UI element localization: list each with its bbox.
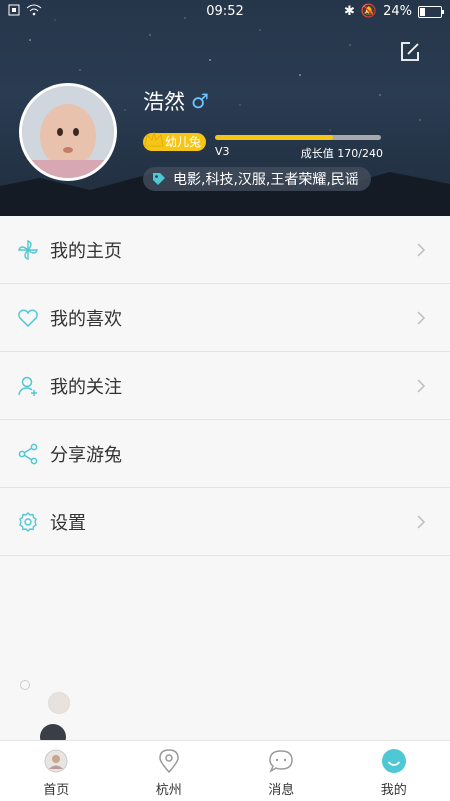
battery-fill <box>420 8 425 16</box>
user-add-icon <box>17 375 39 397</box>
menu-item-label: 我的喜欢 <box>50 305 122 331</box>
nav-item-mine[interactable]: 我的 <box>338 741 450 801</box>
level-badge-text: 幼儿兔 <box>165 135 201 149</box>
home-avatar-icon <box>43 748 69 774</box>
crown-icon <box>143 130 165 150</box>
avatar[interactable] <box>19 83 117 181</box>
level-text: V3 <box>215 145 230 158</box>
nickname-text: 浩然 <box>143 86 185 116</box>
heart-icon <box>17 307 39 329</box>
menu-item-my-homepage[interactable]: 我的主页 <box>0 216 450 284</box>
chevron-right-icon <box>416 514 426 530</box>
bottom-nav: 首页 杭州 消息 我的 <box>0 740 450 801</box>
battery-icon <box>418 6 442 18</box>
chevron-right-icon <box>416 242 426 258</box>
growth-progress-fill <box>215 135 333 140</box>
location-pin-icon <box>156 748 182 774</box>
nav-label: 首页 <box>0 779 113 798</box>
avatar-photo <box>22 86 114 178</box>
menu-item-label: 设置 <box>50 509 86 535</box>
smile-icon <box>381 748 407 774</box>
growth-value: 成长值 170/240 <box>301 145 383 161</box>
nav-label: 消息 <box>225 779 338 798</box>
nav-item-city[interactable]: 杭州 <box>113 741 226 801</box>
menu-item-label: 我的主页 <box>50 237 122 263</box>
gear-icon <box>17 511 39 533</box>
nav-label: 杭州 <box>113 779 226 798</box>
level-row: 幼儿兔 V3 成长值 170/240 <box>143 133 383 163</box>
menu-item-label: 我的关注 <box>50 373 122 399</box>
floating-avatar[interactable] <box>48 692 70 714</box>
interests-text: 电影,科技,汉服,王者荣耀,民谣 <box>173 169 359 189</box>
menu-list: 我的主页 我的喜欢 我的关注 分享游兔 设置 <box>0 216 450 556</box>
share-icon <box>17 443 39 465</box>
chevron-right-icon <box>416 310 426 326</box>
nav-item-home[interactable]: 首页 <box>0 741 113 801</box>
menu-item-my-likes[interactable]: 我的喜欢 <box>0 284 450 352</box>
nickname: 浩然 ♂ <box>143 86 209 116</box>
status-bar: 09:52 ✱ 🔕 24% <box>0 0 450 24</box>
nav-label: 我的 <box>338 779 450 798</box>
message-bubble-icon <box>268 748 294 774</box>
mute-icon: 🔕 <box>361 4 377 19</box>
menu-item-share-app[interactable]: 分享游兔 <box>0 420 450 488</box>
chevron-right-icon <box>416 378 426 394</box>
menu-item-label: 分享游兔 <box>50 441 122 467</box>
level-badge: 幼儿兔 <box>143 133 206 151</box>
floating-dot <box>20 680 30 690</box>
pinwheel-icon <box>17 239 39 261</box>
nav-item-messages[interactable]: 消息 <box>225 741 338 801</box>
edit-profile-icon[interactable] <box>398 40 422 64</box>
menu-item-my-follows[interactable]: 我的关注 <box>0 352 450 420</box>
growth-progress-bar <box>215 135 381 140</box>
bluetooth-icon: ✱ <box>344 4 355 19</box>
battery-percent: 24% <box>383 4 412 19</box>
male-gender-icon: ♂ <box>191 89 209 113</box>
tag-icon <box>151 171 167 187</box>
menu-item-settings[interactable]: 设置 <box>0 488 450 556</box>
profile-header: 09:52 ✱ 🔕 24% 浩然 ♂ 幼儿兔 <box>0 0 450 216</box>
interests-tag[interactable]: 电影,科技,汉服,王者荣耀,民谣 <box>143 167 371 191</box>
